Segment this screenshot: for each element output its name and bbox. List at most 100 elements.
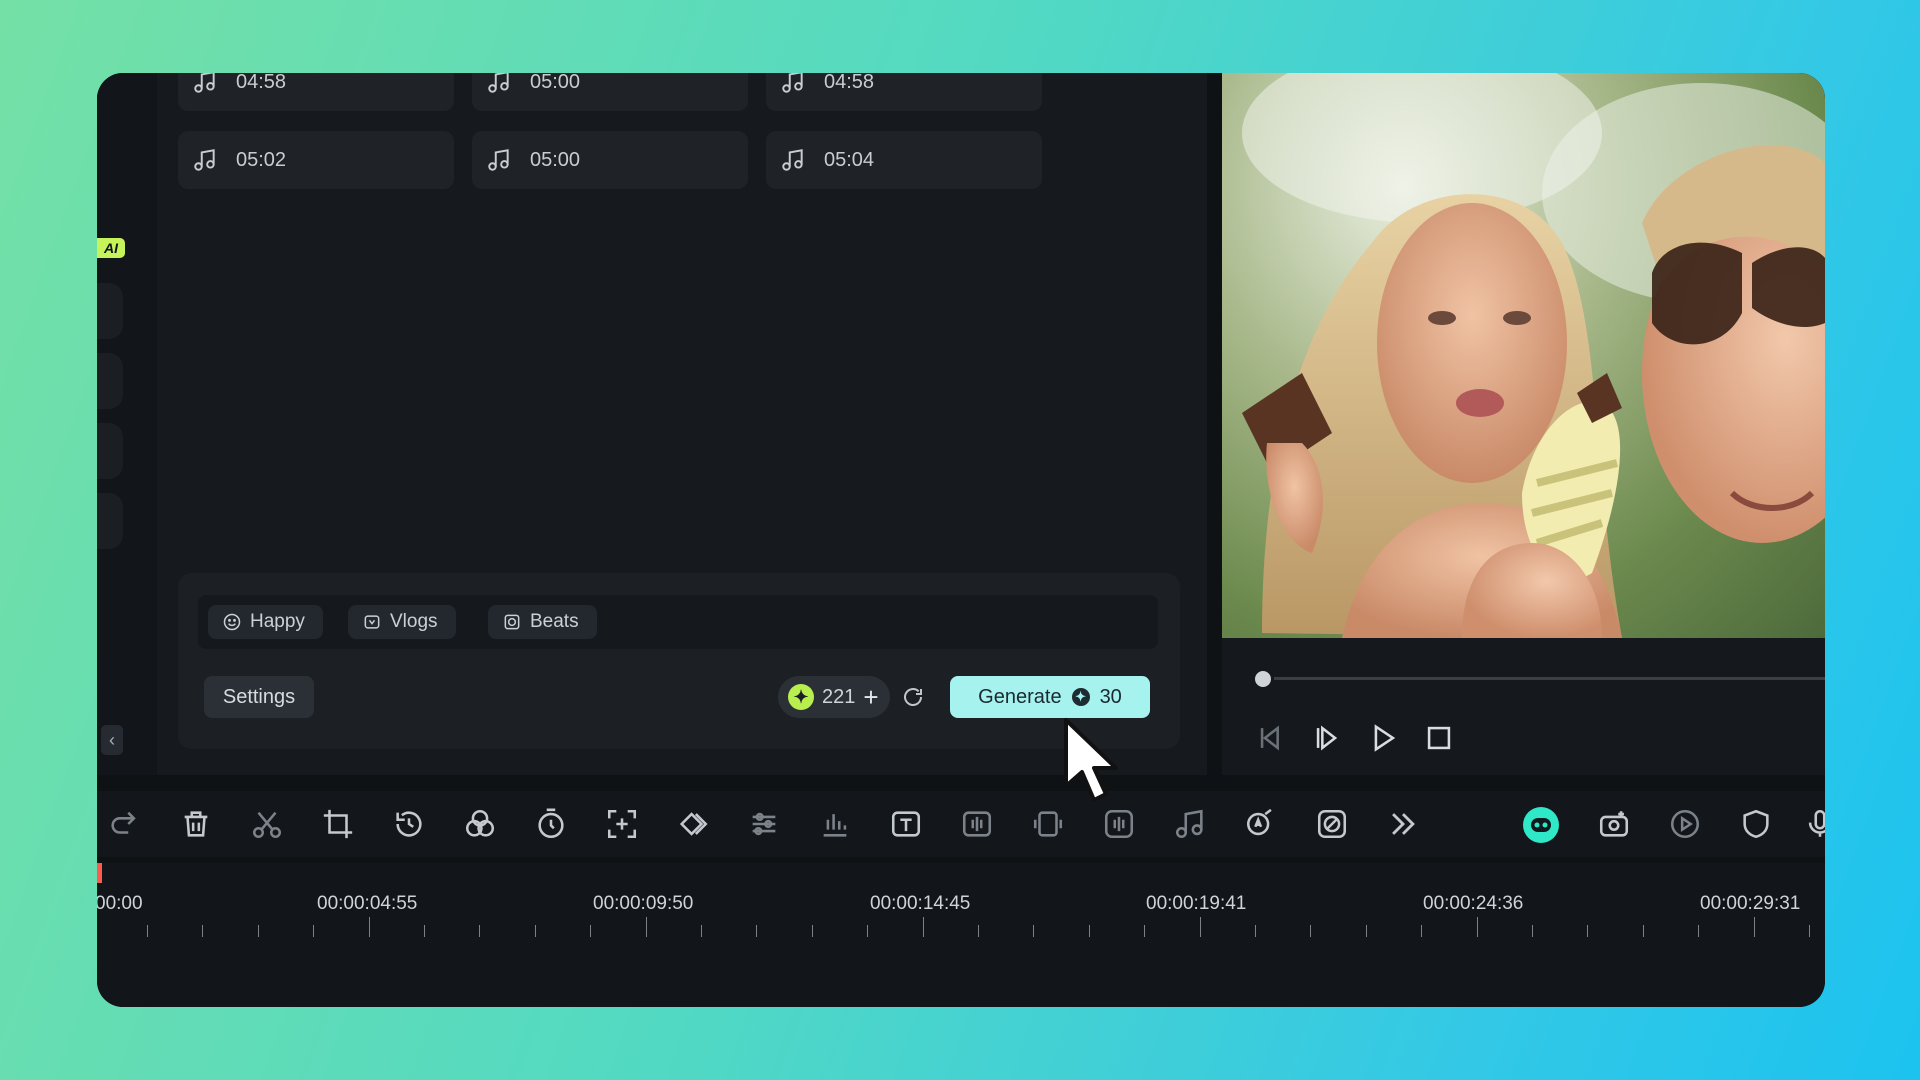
side-rail: AI ‹ <box>97 73 157 775</box>
track-duration: 05:00 <box>530 73 581 93</box>
ruler-tick <box>147 925 148 937</box>
ruler-tick <box>1753 917 1755 937</box>
preview-scrubber-track[interactable] <box>1264 677 1825 680</box>
tag-vlogs[interactable]: Vlogs <box>348 605 456 639</box>
prompt-tags-row[interactable]: Happy Vlogs Beats <box>198 595 1158 649</box>
split-icon[interactable] <box>250 807 284 841</box>
audio-denoise-icon[interactable] <box>1102 807 1136 841</box>
music-note-icon <box>782 73 803 93</box>
microphone-icon[interactable] <box>1803 807 1825 841</box>
ruler-tick <box>1421 925 1423 937</box>
ruler-tick <box>313 925 315 937</box>
track-card[interactable]: 05:04 <box>766 131 1042 189</box>
timer-icon[interactable] <box>534 807 568 841</box>
ruler-tick <box>534 925 536 937</box>
timecode-label: 00:00:24:36 <box>1423 893 1524 914</box>
shield-icon[interactable] <box>1739 807 1773 841</box>
track-card[interactable]: 05:00 <box>472 73 748 111</box>
music-note-icon <box>194 149 215 171</box>
robot-face-icon <box>1531 818 1551 832</box>
mouse-cursor-icon <box>1064 718 1118 802</box>
ruler-tick <box>1088 925 1090 937</box>
add-camera-icon[interactable] <box>1597 807 1631 841</box>
timecode-label: 00:00:04:55 <box>317 893 418 914</box>
ruler-tick <box>479 925 481 937</box>
stop-icon[interactable] <box>1422 721 1456 755</box>
track-card[interactable]: 05:02 <box>178 131 454 189</box>
speed-icon[interactable] <box>392 807 426 841</box>
timecode-label: 00:00 <box>97 893 143 914</box>
ruler-tick <box>1698 925 1700 937</box>
track-duration: 05:04 <box>824 148 875 171</box>
ruler-tick <box>368 917 370 937</box>
redo-icon[interactable] <box>107 807 141 841</box>
ruler-tick <box>1809 925 1810 937</box>
play-icon[interactable] <box>1366 721 1400 755</box>
track-card[interactable]: 05:00 <box>472 131 748 189</box>
rail-item[interactable] <box>97 283 123 339</box>
zoom-frame-icon[interactable] <box>605 807 639 841</box>
tag-beats[interactable]: Beats <box>488 605 597 639</box>
previous-frame-icon[interactable] <box>1255 721 1289 755</box>
ruler-tick <box>645 917 647 937</box>
beats-icon <box>504 614 520 630</box>
generate-label: Generate <box>978 685 1062 708</box>
adjust-icon[interactable] <box>747 807 781 841</box>
generate-button[interactable]: Generate ✦ 30 <box>950 676 1150 718</box>
tag-label: Happy <box>250 611 305 632</box>
ruler-tick <box>1033 925 1035 937</box>
ruler-tick <box>1642 925 1644 937</box>
ruler-tick <box>1532 925 1533 937</box>
ruler-tick <box>811 925 813 937</box>
ruler-tick <box>1365 925 1367 937</box>
ruler-tick <box>922 917 924 937</box>
ai-badge[interactable]: AI <box>97 238 125 258</box>
timeline-ruler[interactable] <box>97 863 1825 1007</box>
rail-item[interactable] <box>97 353 123 409</box>
ai-search-icon[interactable] <box>1244 807 1278 841</box>
music-beat-icon[interactable] <box>1173 807 1207 841</box>
rail-item[interactable] <box>97 493 123 549</box>
next-frame-icon[interactable] <box>1311 721 1345 755</box>
timecode-label: 00:00:19:41 <box>1146 893 1247 914</box>
ruler-tick <box>424 925 425 937</box>
smile-icon <box>223 613 241 631</box>
delete-icon[interactable] <box>179 807 213 841</box>
crop-icon[interactable] <box>321 807 355 841</box>
track-duration: 05:02 <box>236 148 287 171</box>
vlog-icon <box>364 615 380 629</box>
ai-assistant-icon[interactable] <box>1523 807 1559 843</box>
rail-item[interactable] <box>97 423 123 479</box>
ruler-tick <box>257 925 259 937</box>
video-preview[interactable] <box>1222 73 1825 638</box>
render-preview-icon[interactable] <box>1668 807 1702 841</box>
track-card[interactable]: 04:58 <box>766 73 1042 111</box>
tag-label: Beats <box>530 611 579 632</box>
color-icon[interactable] <box>463 807 497 841</box>
audio-stretch-icon[interactable] <box>818 807 852 841</box>
settings-button[interactable]: Settings <box>204 676 314 718</box>
track-duration: 05:00 <box>530 148 581 171</box>
credit-coin-icon: ✦ <box>788 684 814 710</box>
tag-label: Vlogs <box>390 611 438 632</box>
track-card[interactable]: 04:58 <box>178 73 454 111</box>
voice-icon[interactable] <box>960 807 994 841</box>
keyframe-icon[interactable] <box>676 807 710 841</box>
text-to-speech-icon[interactable] <box>889 807 923 841</box>
ruler-tick <box>1144 925 1146 937</box>
mask-icon[interactable] <box>1315 807 1349 841</box>
add-credits-icon[interactable]: + <box>863 682 878 713</box>
generate-cost: 30 <box>1099 685 1122 708</box>
collapse-sidebar-button[interactable]: ‹ <box>101 725 123 755</box>
ruler-tick <box>867 925 869 937</box>
ruler-tick <box>756 925 758 937</box>
credits-pill[interactable]: ✦ 221 + <box>778 676 890 718</box>
tag-happy[interactable]: Happy <box>208 605 323 639</box>
ruler-tick <box>1310 925 1312 937</box>
playhead[interactable] <box>97 863 102 883</box>
stabilize-icon[interactable] <box>1031 807 1065 841</box>
music-note-icon <box>782 149 803 171</box>
more-tools-icon[interactable] <box>1386 807 1420 841</box>
refresh-icon[interactable] <box>901 685 925 709</box>
preview-scrubber-knob[interactable] <box>1252 668 1274 690</box>
